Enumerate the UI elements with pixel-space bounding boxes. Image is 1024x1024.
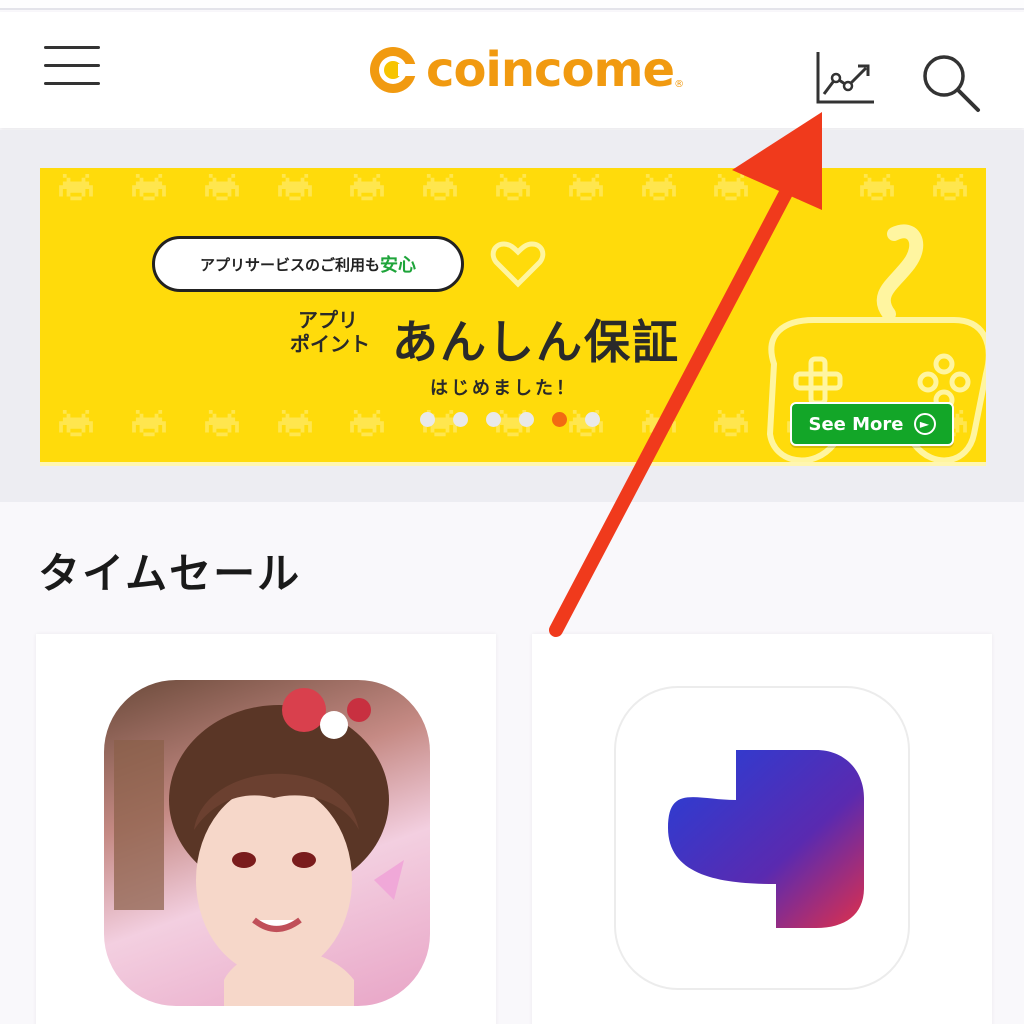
p-logo-graphic [668, 750, 864, 928]
chevron-right-icon: ► [913, 413, 936, 435]
label-line: ポイント [290, 332, 370, 356]
see-more-button[interactable]: See More ► [790, 402, 954, 446]
invader-pattern-icon [783, 174, 825, 204]
invader-pattern-icon [856, 174, 898, 204]
invader-pattern-icon [201, 410, 243, 440]
invader-pattern-icon [274, 174, 316, 204]
invader-pattern-icon [346, 410, 388, 440]
coin-logo-icon [370, 47, 416, 93]
coincome-logo[interactable]: coincome ® [368, 42, 684, 98]
carousel-dot[interactable] [486, 412, 501, 427]
carousel-dot[interactable] [453, 412, 468, 427]
carousel-dot[interactable] [585, 412, 600, 427]
invader-pattern-icon [565, 174, 607, 204]
invader-pattern-icon [929, 174, 971, 204]
ranking-chart-button[interactable] [812, 48, 878, 112]
menu-line [44, 46, 100, 49]
bubble-accent: 安心 [380, 255, 416, 276]
invader-pattern-icon [128, 410, 170, 440]
banner-subtitle: はじめました！ [430, 378, 577, 399]
invader-pattern-row [40, 174, 986, 210]
top-header: coincome ® [0, 12, 1024, 128]
line-chart-icon [816, 52, 874, 104]
banner-carousel: アプリサービスのご利用も 安心 アプリ ポイント あんしん保証 はじめました！ S… [0, 130, 1024, 502]
search-icon [923, 55, 980, 112]
bubble-text: アプリサービスのご利用も [199, 255, 380, 274]
app-card[interactable] [36, 634, 496, 1024]
carousel-dot[interactable] [519, 412, 534, 427]
heart-icon [490, 241, 546, 288]
invader-pattern-icon [274, 410, 316, 440]
label-line: アプリ [298, 308, 358, 332]
carousel-dots [420, 412, 600, 427]
invader-pattern-icon [128, 174, 170, 204]
logo-text: coincome [426, 42, 675, 98]
invader-pattern-icon [710, 174, 752, 204]
carousel-dot[interactable] [420, 412, 435, 427]
banner-title: あんしん保証 [392, 315, 680, 369]
search-button[interactable] [918, 52, 982, 116]
menu-line [44, 82, 100, 85]
invader-pattern-icon [638, 174, 680, 204]
app-card[interactable] [532, 634, 992, 1024]
invader-pattern-icon [638, 410, 680, 440]
invader-pattern-icon [55, 410, 97, 440]
invader-pattern-icon [201, 174, 243, 204]
see-more-label: See More [808, 413, 904, 435]
invader-pattern-icon [492, 174, 534, 204]
registered-mark: ® [674, 79, 685, 90]
app-point-label: アプリ ポイント [290, 308, 386, 356]
carousel-dot[interactable] [552, 412, 567, 427]
speech-bubble: アプリサービスのご利用も 安心 [152, 236, 464, 292]
status-bar-edge [0, 0, 1024, 10]
promo-banner[interactable]: アプリサービスのご利用も 安心 アプリ ポイント あんしん保証 はじめました！ S… [40, 168, 986, 466]
invader-pattern-icon [419, 174, 461, 204]
invader-pattern-icon [346, 174, 388, 204]
game-character-app-icon[interactable] [104, 680, 430, 1006]
time-sale-heading: タイムセール [38, 549, 302, 598]
blue-gradient-p-app-icon[interactable] [614, 686, 910, 990]
character-illustration [114, 688, 404, 1006]
invader-pattern-icon [55, 174, 97, 204]
hamburger-menu-button[interactable] [44, 44, 102, 92]
menu-line [44, 64, 100, 67]
